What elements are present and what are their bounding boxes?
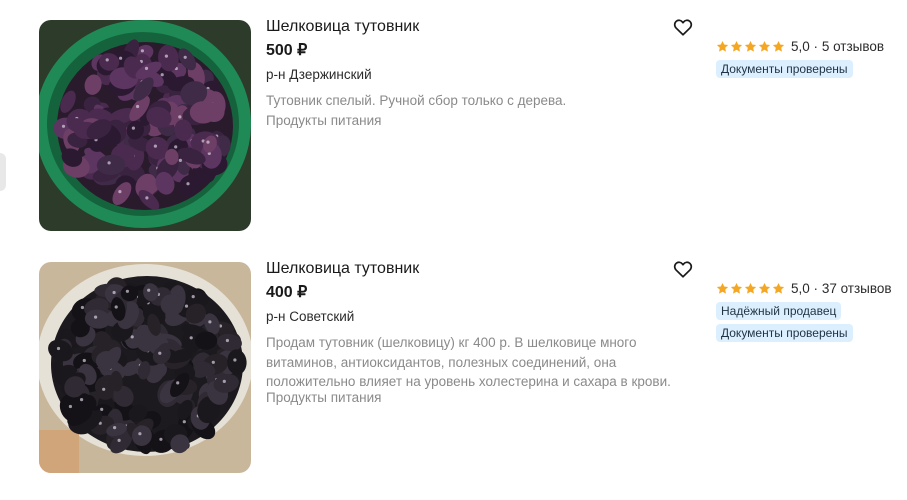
listing-price: 400 ₽ [266,284,308,301]
badge-documents-verified: Документы проверены [716,324,853,342]
listing-card[interactable]: Шелковица тутовник 400 ₽ р-н Советский П… [0,260,907,476]
listing-photo[interactable] [39,20,251,231]
description-line: витаминов, антиоксидантов, полезных соед… [266,354,617,370]
favorite-button[interactable] [673,260,693,278]
listing-photo[interactable] [39,262,251,473]
rating-separator: · [813,280,819,296]
star-icon [716,40,729,53]
star-icon [730,40,743,53]
listing-category: Продукты питания [266,390,382,405]
description-line: Тутовник спелый. Ручной сбор только с де… [266,93,567,108]
listing-title[interactable]: Шелковица тутовник [266,18,419,36]
listing-category: Продукты питания [266,113,382,128]
listing-district: р-н Советский [266,309,355,324]
rating-stars [716,40,785,53]
heart-outline-icon [673,261,693,278]
review-count[interactable]: 37 отзывов [822,281,892,296]
seller-badges: Надёжный продавец Документы проверены [716,302,853,346]
star-icon [716,282,729,295]
seller-rating[interactable]: 5,0 · 5 отзывов [716,38,884,54]
listing-title[interactable]: Шелковица тутовник [266,260,419,278]
listing-price: 500 ₽ [266,42,308,59]
rating-value: 5,0 [791,280,810,296]
review-count[interactable]: 5 отзывов [822,39,884,54]
seller-rating[interactable]: 5,0 · 37 отзывов [716,280,892,296]
rating-value: 5,0 [791,38,810,54]
star-icon [772,40,785,53]
badge-reliable-seller: Надёжный продавец [716,302,842,320]
star-icon [772,282,785,295]
favorite-button[interactable] [673,18,693,36]
rating-summary: 5,0 · 37 отзывов [791,281,892,296]
star-icon [758,40,771,53]
listing-description: Тутовник спелый. Ручной сбор только с де… [266,91,696,111]
listing-card[interactable]: Шелковица тутовник 500 ₽ р-н Дзержинский… [0,18,907,234]
star-icon [758,282,771,295]
star-icon [730,282,743,295]
rating-summary: 5,0 · 5 отзывов [791,39,884,54]
star-icon [744,40,757,53]
seller-badges: Документы проверены [716,60,853,82]
star-icon [744,282,757,295]
listing-description: Продам тутовник (шелковицу) кг 400 р. В … [266,333,696,392]
rating-separator: · [813,38,819,54]
rating-stars [716,282,785,295]
badge-documents-verified: Документы проверены [716,60,853,78]
listing-district: р-н Дзержинский [266,67,372,82]
description-line: Продам тутовник (шелковицу) кг 400 р. В … [266,335,637,350]
description-line: положительно влияет на уровень холестери… [266,374,671,389]
heart-outline-icon [673,19,693,36]
